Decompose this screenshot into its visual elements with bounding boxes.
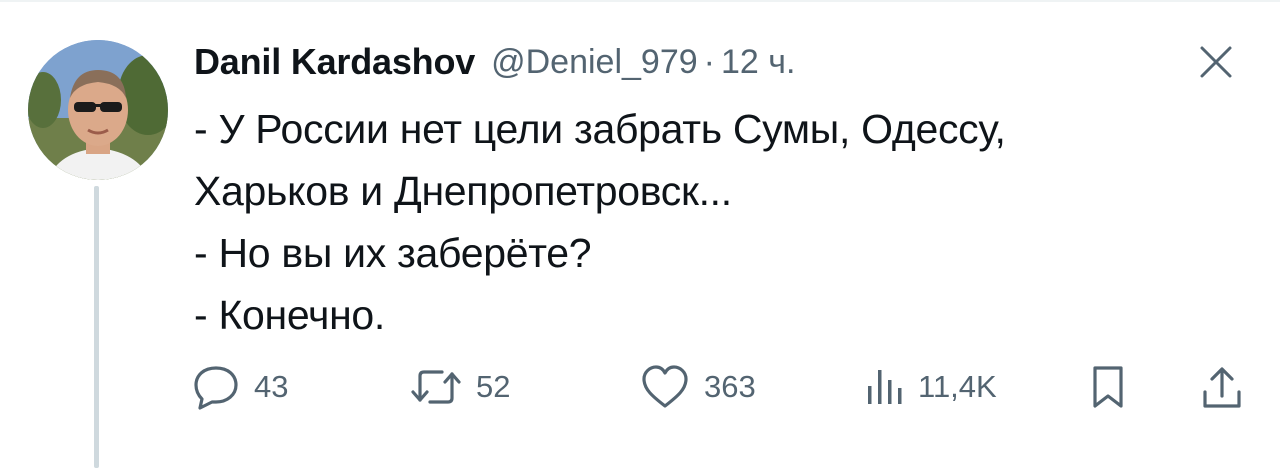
avatar[interactable] bbox=[28, 40, 168, 180]
tweet-text: - У России нет цели забрать Сумы, Одессу… bbox=[194, 98, 1234, 346]
heart-icon bbox=[642, 365, 688, 408]
thread-line bbox=[94, 186, 99, 468]
timestamp[interactable]: 12 ч. bbox=[721, 43, 795, 82]
tweet-text-line: - У России нет цели забрать Сумы, Одессу… bbox=[194, 106, 1006, 152]
share-button[interactable] bbox=[1200, 362, 1244, 412]
reply-icon bbox=[194, 366, 238, 410]
reply-button[interactable]: 43 bbox=[192, 362, 288, 412]
avatar-photo-icon bbox=[28, 40, 168, 180]
bookmark-button[interactable] bbox=[1090, 362, 1126, 412]
top-divider bbox=[0, 0, 1280, 2]
like-count: 363 bbox=[704, 369, 756, 404]
tweet-card: Danil Kardashov @Deniel_979 · 12 ч. - У … bbox=[0, 0, 1280, 468]
views-button[interactable]: 11,4K bbox=[864, 362, 997, 412]
retweet-icon bbox=[411, 370, 461, 404]
separator-dot: · bbox=[703, 42, 715, 81]
user-handle[interactable]: @Deniel_979 bbox=[491, 43, 698, 82]
tweet-text-line: - Но вы их заберёте? bbox=[194, 230, 592, 276]
bookmark-icon bbox=[1093, 366, 1123, 408]
close-button[interactable] bbox=[1196, 42, 1236, 82]
display-name[interactable]: Danil Kardashov bbox=[194, 41, 475, 83]
reply-count: 43 bbox=[254, 369, 289, 404]
tweet-text-line: Харьков и Днепропетровск... bbox=[194, 168, 732, 214]
share-icon bbox=[1203, 367, 1241, 408]
action-bar: 43 52 363 11,4K bbox=[192, 362, 1252, 412]
views-icon bbox=[868, 370, 902, 404]
retweet-button[interactable]: 52 bbox=[410, 362, 510, 412]
like-button[interactable]: 363 bbox=[640, 362, 756, 412]
retweet-count: 52 bbox=[476, 369, 511, 404]
close-icon bbox=[1200, 46, 1232, 78]
views-count: 11,4K bbox=[918, 369, 997, 404]
tweet-text-line: - Конечно. bbox=[194, 292, 386, 338]
tweet-header: Danil Kardashov @Deniel_979 · 12 ч. bbox=[194, 40, 795, 84]
